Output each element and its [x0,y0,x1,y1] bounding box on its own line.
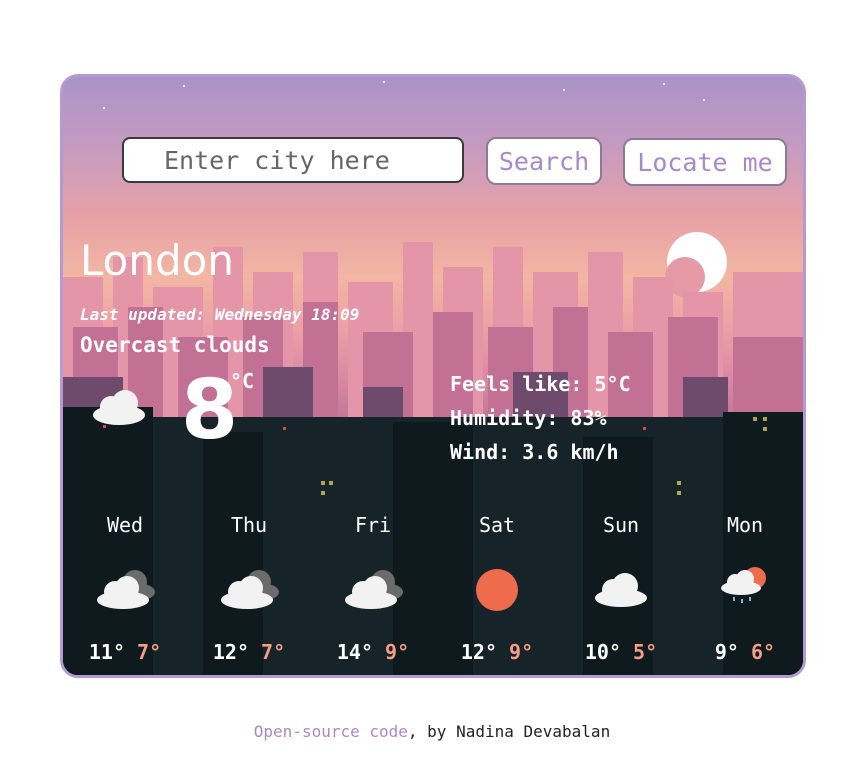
forecast-day: Sat 12° 9° [435,510,559,664]
forecast-min: 9° [509,640,534,664]
forecast-temps: 12° 9° [435,640,559,664]
city-search-input[interactable] [122,137,464,183]
forecast-max: 12° [460,640,497,664]
forecast-day: Sun 10° 5° [559,510,683,664]
forecast-day: Mon 9° 6° [683,510,803,664]
overcast-clouds-icon [345,570,403,609]
footer: Open-source code, by Nadina Devabalan [0,722,864,741]
forecast-min: 5° [633,640,658,664]
feels-like: Feels like: 5°C [450,372,631,396]
forecast-min: 9° [385,640,410,664]
wind-speed: Wind: 3.6 km/h [450,440,619,464]
moon-icon [665,232,727,297]
weather-card: Search Locate me London Last updated: We… [60,74,806,678]
forecast-temps: 12° 7° [187,640,311,664]
forecast-day-name: Wed [106,513,144,537]
city-name: London [80,236,234,285]
cloud-icon [93,390,145,425]
forecast-day: Thu 12° 7° [187,510,311,664]
rain-sun-icon [721,567,766,603]
forecast-temps: 9° 6° [683,640,803,664]
overcast-clouds-icon [221,570,279,609]
cloud-icon [595,573,647,607]
open-source-link[interactable]: Open-source code [254,722,408,741]
search-button[interactable]: Search [486,137,602,185]
forecast-temps: 14° 9° [311,640,435,664]
humidity: Humidity: 83% [450,406,607,430]
last-updated: Last updated: Wednesday 18:09 [80,305,360,324]
temperature-unit: °C [230,369,255,393]
forecast-day: Fri 14° 9° [311,510,435,664]
forecast-day: Wed 11° 7° [63,510,187,664]
forecast-temps: 11° 7° [63,640,187,664]
forecast-min: 7° [137,640,162,664]
forecast-day-name: Sun [602,513,640,537]
forecast-max: 11° [88,640,125,664]
weather-details: Feels like: 5°C Humidity: 83% Wind: 3.6 … [450,367,631,469]
forecast-max: 10° [584,640,621,664]
forecast-min: 7° [261,640,286,664]
sun-icon [476,569,518,611]
forecast-max: 12° [212,640,249,664]
overcast-clouds-icon [97,570,155,609]
forecast-day-name: Sat [478,513,516,537]
forecast-min: 6° [751,640,776,664]
forecast-temps: 10° 5° [559,640,683,664]
forecast-day-name: Thu [230,513,268,537]
forecast-day-name: Fri [354,513,392,537]
forecast-day-name: Mon [726,513,764,537]
forecast-row: Wed 11° 7° Thu 12° 7° Fri 14° 9° Sat 12°… [63,510,803,670]
locate-me-button[interactable]: Locate me [623,138,787,186]
weather-description: Overcast clouds [80,333,270,357]
forecast-max: 14° [336,640,373,664]
footer-author: , by Nadina Devabalan [407,722,611,741]
forecast-max: 9° [714,640,739,664]
